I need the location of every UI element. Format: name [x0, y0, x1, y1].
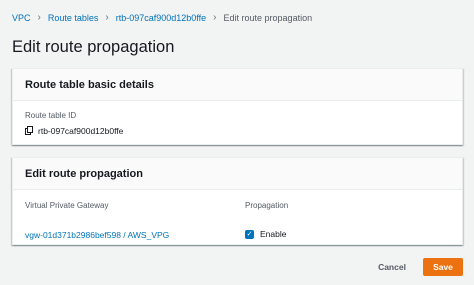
panel-header: Route table basic details	[13, 69, 462, 101]
column-headers: Virtual Private Gateway Propagation	[25, 201, 450, 211]
panel-body: Virtual Private Gateway Propagation vgw-…	[13, 190, 462, 243]
panel-header: Edit route propagation	[13, 158, 462, 190]
breadcrumb-route-tables-link[interactable]: Route tables	[48, 12, 99, 24]
table-row: vgw-01d371b2986bef598 / AWS_VPG ✓ Enable	[25, 225, 450, 243]
route-table-id-label: Route table ID	[25, 111, 77, 120]
enable-label[interactable]: Enable	[260, 229, 286, 239]
breadcrumb-route-table-link[interactable]: rtb-097caf900d12b0ffe	[116, 12, 206, 24]
route-propagation-panel: Edit route propagation Virtual Private G…	[12, 157, 463, 245]
column-header-propagation: Propagation	[245, 201, 289, 210]
save-button[interactable]: Save	[423, 258, 463, 276]
column-header-gateway: Virtual Private Gateway	[25, 201, 109, 210]
checkbox-checked-icon[interactable]: ✓	[245, 229, 254, 239]
copy-icon[interactable]	[25, 126, 34, 136]
panel-title: Route table basic details	[25, 78, 154, 91]
breadcrumb-current: Edit route propagation	[223, 13, 313, 23]
panel-title: Edit route propagation	[25, 167, 143, 180]
route-table-id-row: rtb-097caf900d12b0ffe	[25, 126, 450, 136]
gateway-link[interactable]: vgw-01d371b2986bef598 / AWS_VPG	[25, 230, 169, 240]
page-title: Edit route propagation	[12, 38, 175, 56]
route-table-id-value: rtb-097caf900d12b0ffe	[38, 126, 124, 136]
chevron-right-icon: ›	[105, 12, 109, 23]
propagation-toggle[interactable]: ✓ Enable	[245, 229, 445, 239]
breadcrumb: VPC › Route tables › rtb-097caf900d12b0f…	[12, 12, 312, 24]
chevron-right-icon: ›	[213, 12, 217, 23]
panel-body: Route table ID rtb-097caf900d12b0ffe	[13, 101, 462, 136]
cancel-button[interactable]: Cancel	[372, 258, 412, 276]
breadcrumb-vpc-link[interactable]: VPC	[12, 12, 31, 24]
route-table-details-panel: Route table basic details Route table ID…	[12, 68, 463, 145]
chevron-right-icon: ›	[37, 12, 41, 23]
